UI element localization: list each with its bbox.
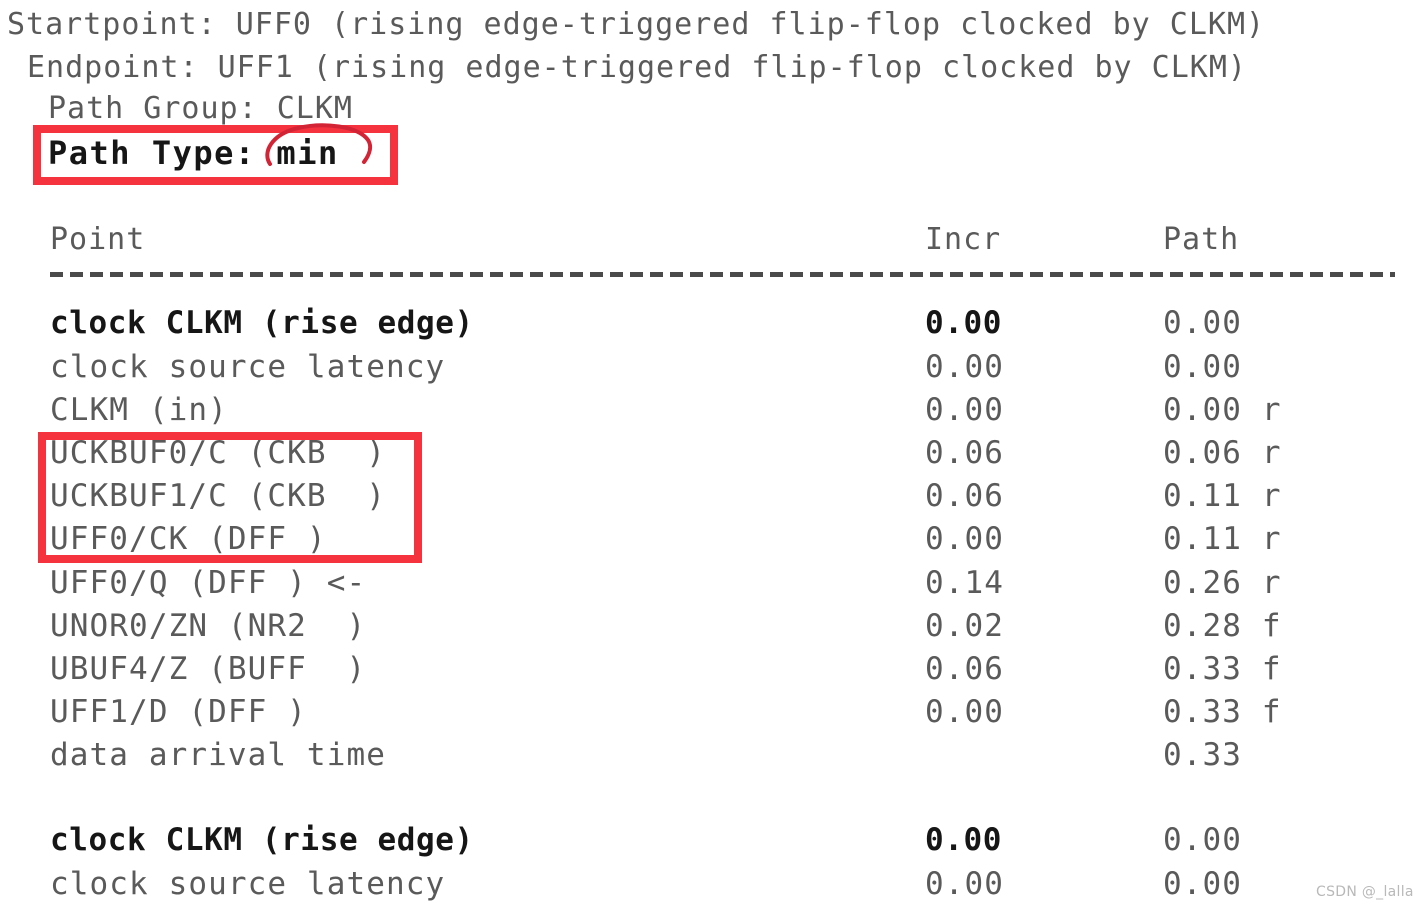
column-header-path: Path [1163, 222, 1240, 257]
table-row-path: 0.33 f [1163, 694, 1282, 730]
table-row-incr: 0.14 [925, 565, 1005, 601]
table-row-point: UNOR0/ZN (NR2 ) [50, 608, 367, 644]
table-row-incr: 0.00 [925, 822, 1003, 858]
table-row-path: 0.11 r [1163, 521, 1282, 557]
table-row-point: data arrival time [50, 737, 386, 773]
table-row-path: 0.00 [1163, 305, 1243, 341]
table-row-path: 0.11 r [1163, 478, 1282, 514]
report-endpoint-line: Endpoint: UFF1 (rising edge-triggered fl… [27, 50, 1247, 85]
table-row-incr: 0.06 [925, 651, 1005, 687]
table-row-incr: 0.00 [925, 305, 1003, 341]
table-row-incr: 0.00 [925, 521, 1005, 557]
column-header-incr: Incr [925, 222, 1002, 257]
table-row-point: UFF0/Q (DFF ) <- [50, 565, 367, 601]
table-row-incr: 0.06 [925, 435, 1005, 471]
report-startpoint-line: Startpoint: UFF0 (rising edge-triggered … [7, 7, 1266, 42]
table-row-path: 0.00 [1163, 822, 1243, 858]
table-row-point: clock source latency [50, 349, 446, 385]
table-row-path: 0.26 r [1163, 565, 1282, 601]
timing-report-page: Startpoint: UFF0 (rising edge-triggered … [0, 0, 1427, 912]
table-row-path: 0.06 r [1163, 435, 1282, 471]
table-row-incr: 0.00 [925, 392, 1005, 428]
table-row-point: CLKM (in) [50, 392, 228, 428]
table-row-point: UCKBUF0/C (CKB ) [50, 435, 386, 471]
column-header-point: Point [50, 222, 146, 257]
table-row-path: 0.00 r [1163, 392, 1282, 428]
table-row-path: 0.28 f [1163, 608, 1282, 644]
table-row-point: UCKBUF1/C (CKB ) [50, 478, 386, 514]
table-row-path: 0.00 [1163, 349, 1243, 385]
table-row-incr: 0.00 [925, 349, 1005, 385]
table-row-incr: 0.00 [925, 866, 1005, 902]
table-row-incr: 0.02 [925, 608, 1005, 644]
report-path-group-line: Path Group: CLKM [48, 91, 353, 126]
table-row-path: 0.33 f [1163, 651, 1282, 687]
table-row-incr: 0.00 [925, 694, 1005, 730]
table-row-point: clock CLKM (rise edge) [50, 822, 474, 858]
table-separator-rule [50, 272, 1395, 277]
table-row-point: UBUF4/Z (BUFF ) [50, 651, 367, 687]
report-path-type-line: Path Type: min [48, 134, 339, 172]
table-row-path: 0.33 [1163, 737, 1243, 773]
table-row-point: clock source latency [50, 866, 446, 902]
table-row-point: UFF1/D (DFF ) [50, 694, 307, 730]
csdn-watermark: CSDN @_lalla [1316, 884, 1414, 900]
table-row-point: UFF0/CK (DFF ) [50, 521, 327, 557]
table-row-point: clock CLKM (rise edge) [50, 305, 474, 341]
table-row-incr: 0.06 [925, 478, 1005, 514]
